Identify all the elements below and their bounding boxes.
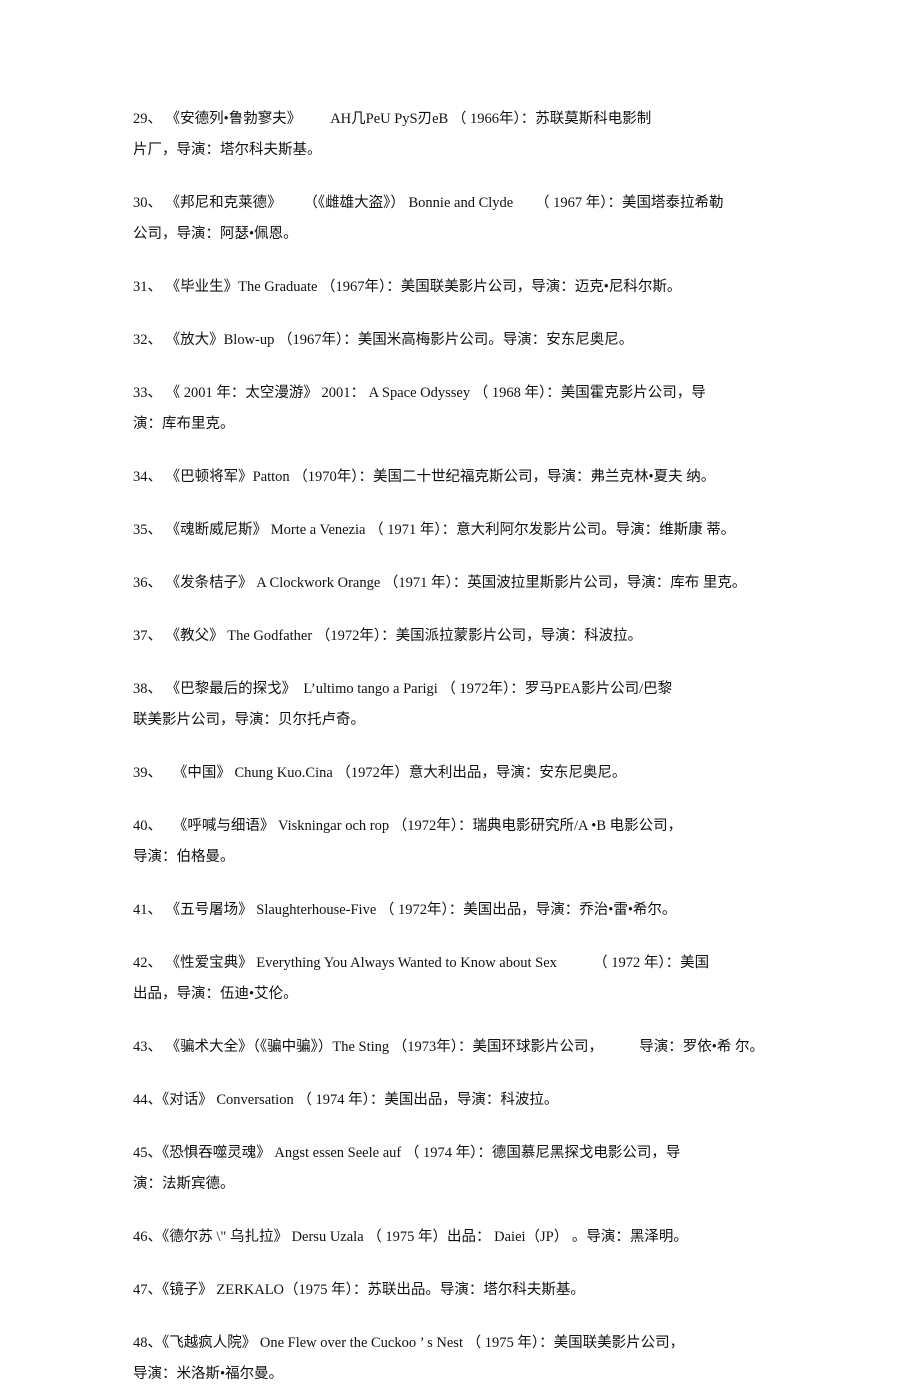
list-item: 42、 《性爱宝典》 Everything You Always Wanted … [133,948,805,1010]
entry-line-primary: 35、 《魂断威尼斯》 Morte a Venezia （ 1971 年）：意大… [133,522,736,538]
entry-line-continuation: 公司，导演：阿瑟•佩恩。 [133,226,298,242]
document-page: 29、 《安德列•鲁勃寥夫》 AH几PeU PyS刃eB （ 1966年）：苏联… [0,0,920,1382]
entry-line-primary: 32、 《放大》Blow-up （1967年）：美国米高梅影片公司。导演：安东尼… [133,332,634,348]
entry-line-primary: 31、 《毕业生》The Graduate （1967年）：美国联美影片公司，导… [133,279,682,295]
entry-line-primary: 40、 《呼喊与细语》 Viskningar och rop （1972年）：瑞… [133,818,683,834]
entry-line-primary: 39、 《中国》 Chung Kuo.Cina （1972年）意大利出品，导演：… [133,765,627,781]
list-item: 43、 《骗术大全》（《骗中骗》）The Sting （1973年）：美国环球影… [133,1032,805,1063]
entry-line-continuation: 演：法斯宾德。 [133,1176,235,1192]
entry-line-primary: 29、 《安德列•鲁勃寥夫》 AH几PeU PyS刃eB （ 1966年）：苏联… [133,111,652,127]
list-item: 34、 《巴顿将军》Patton （1970年）：美国二十世纪福克斯公司，导演：… [133,462,805,493]
entry-line-primary: 36、 《发条桔子》 A Clockwork Orange （1971 年）：英… [133,575,747,591]
list-item: 40、 《呼喊与细语》 Viskningar och rop （1972年）：瑞… [133,811,805,873]
entry-line-continuation: 联美影片公司，导演：贝尔托卢奇。 [133,712,365,728]
entry-line-primary: 41、 《五号屠场》 Slaughterhouse-Five （ 1972年）：… [133,902,677,918]
entry-line-primary: 47、《镜子》 ZERKALO（1975 年）：苏联出品。导演：塔尔科夫斯基。 [133,1282,585,1298]
list-item: 36、 《发条桔子》 A Clockwork Orange （1971 年）：英… [133,568,805,599]
list-item: 48、《飞越疯人院》 One Flew over the Cuckoo ’ s … [133,1328,805,1390]
list-item: 30、 《邦尼和克莱德》 （《雌雄大盗》） Bonnie and Clyde （… [133,188,805,250]
list-item: 47、《镜子》 ZERKALO（1975 年）：苏联出品。导演：塔尔科夫斯基。 [133,1275,805,1306]
entry-line-continuation: 出品，导演：伍迪•艾伦。 [133,986,298,1002]
list-item: 32、 《放大》Blow-up （1967年）：美国米高梅影片公司。导演：安东尼… [133,325,805,356]
entry-line-primary: 42、 《性爱宝典》 Everything You Always Wanted … [133,955,710,971]
entry-line-continuation: 导演：伯格曼。 [133,849,235,865]
entry-line-primary: 37、 《教父》 The Godfather （1972年）：美国派拉蒙影片公司… [133,628,643,644]
list-item: 37、 《教父》 The Godfather （1972年）：美国派拉蒙影片公司… [133,621,805,652]
list-item: 44、《对话》 Conversation （ 1974 年）：美国出品，导演：科… [133,1085,805,1116]
list-item: 35、 《魂断威尼斯》 Morte a Venezia （ 1971 年）：意大… [133,515,805,546]
entry-line-primary: 44、《对话》 Conversation （ 1974 年）：美国出品，导演：科… [133,1092,559,1108]
entry-line-primary: 46、《德尔苏 \" 乌扎拉》 Dersu Uzala （ 1975 年）出品：… [133,1229,688,1245]
entry-line-primary: 38、 《巴黎最后的探戈》 L’ultimo tango a Parigi （ … [133,681,673,697]
entry-line-continuation: 片厂，导演：塔尔科夫斯基。 [133,142,322,158]
list-item: 38、 《巴黎最后的探戈》 L’ultimo tango a Parigi （ … [133,674,805,736]
entry-line-primary: 48、《飞越疯人院》 One Flew over the Cuckoo ’ s … [133,1335,685,1351]
document-body: 29、 《安德列•鲁勃寥夫》 AH几PeU PyS刃eB （ 1966年）：苏联… [133,104,805,1390]
entry-line-continuation: 演：库布里克。 [133,416,235,432]
entry-line-primary: 34、 《巴顿将军》Patton （1970年）：美国二十世纪福克斯公司，导演：… [133,469,716,485]
entry-line-continuation: 导演：米洛斯•福尔曼。 [133,1366,284,1382]
list-item: 39、 《中国》 Chung Kuo.Cina （1972年）意大利出品，导演：… [133,758,805,789]
list-item: 45、《恐惧吞噬灵魂》 Angst essen Seele auf （ 1974… [133,1138,805,1200]
entry-line-primary: 45、《恐惧吞噬灵魂》 Angst essen Seele auf （ 1974… [133,1145,681,1161]
entry-line-primary: 43、 《骗术大全》（《骗中骗》）The Sting （1973年）：美国环球影… [133,1039,764,1055]
list-item: 41、 《五号屠场》 Slaughterhouse-Five （ 1972年）：… [133,895,805,926]
entry-line-primary: 33、 《 2001 年：太空漫游》 2001： A Space Odyssey… [133,385,706,401]
list-item: 46、《德尔苏 \" 乌扎拉》 Dersu Uzala （ 1975 年）出品：… [133,1222,805,1253]
entry-line-primary: 30、 《邦尼和克莱德》 （《雌雄大盗》） Bonnie and Clyde （… [133,195,724,211]
list-item: 29、 《安德列•鲁勃寥夫》 AH几PeU PyS刃eB （ 1966年）：苏联… [133,104,805,166]
list-item: 33、 《 2001 年：太空漫游》 2001： A Space Odyssey… [133,378,805,440]
list-item: 31、 《毕业生》The Graduate （1967年）：美国联美影片公司，导… [133,272,805,303]
